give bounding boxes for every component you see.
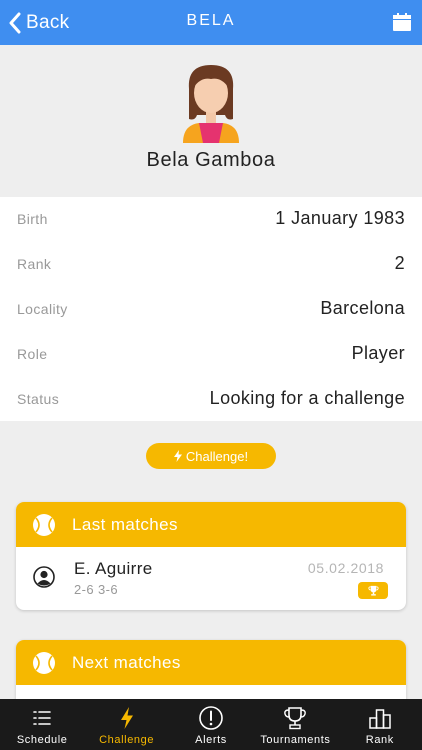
detail-value: 1 January 1983 (275, 208, 405, 228)
tab-label: Tournaments (260, 734, 331, 746)
calendar-icon[interactable] (392, 12, 412, 32)
podium-icon (369, 709, 391, 729)
alert-icon (199, 706, 223, 730)
detail-label: Rank (17, 256, 52, 272)
challenge-button[interactable]: Challenge! (146, 443, 276, 469)
bottom-tab-bar: Schedule Challenge Alerts Tournaments Ra… (0, 699, 422, 750)
page-title: BELA (186, 12, 236, 29)
profile-header: Bela Gamboa (0, 45, 422, 197)
detail-row-rank: Rank 2 (0, 242, 422, 287)
opponent-name: E. Aguirre (74, 559, 153, 578)
tab-challenge[interactable]: Challenge (84, 699, 168, 750)
tab-label: Schedule (16, 734, 68, 746)
detail-label: Status (17, 391, 60, 407)
tab-label: Rank (365, 734, 394, 746)
tennis-ball-icon (33, 651, 55, 674)
avatar (183, 65, 239, 143)
last-matches-header: Last matches (16, 502, 406, 547)
detail-value: 2 (394, 253, 405, 273)
next-matches-title: Next matches (72, 652, 181, 672)
lightning-icon (173, 450, 182, 462)
match-score: 2-6 3-6 (74, 582, 118, 597)
winner-badge (358, 582, 388, 599)
tab-alerts[interactable]: Alerts (169, 699, 253, 750)
detail-value: Barcelona (320, 298, 405, 318)
list-icon (33, 711, 52, 725)
profile-details: Birth 1 January 1983 Rank 2 Locality Bar… (0, 197, 422, 421)
detail-row-role: Role Player (0, 332, 422, 377)
top-navigation-bar: Back BELA (0, 0, 422, 45)
lightning-icon (120, 707, 133, 729)
detail-value: Looking for a challenge (209, 388, 405, 408)
detail-label: Locality (17, 301, 68, 317)
detail-row-birth: Birth 1 January 1983 (0, 197, 422, 242)
trophy-icon (367, 585, 379, 596)
last-matches-title: Last matches (72, 514, 178, 534)
tab-label: Alerts (195, 734, 227, 746)
tab-schedule[interactable]: Schedule (0, 699, 84, 750)
detail-row-locality: Locality Barcelona (0, 287, 422, 332)
tennis-ball-icon (33, 513, 55, 536)
next-matches-header: Next matches (16, 640, 406, 685)
last-matches-card: Last matches E. Aguirre 2-6 3-6 05.02.20… (16, 502, 406, 610)
match-item[interactable]: E. Aguirre 2-6 3-6 05.02.2018 (16, 547, 406, 610)
tab-rank[interactable]: Rank (338, 699, 422, 750)
detail-row-status: Status Looking for a challenge (0, 377, 422, 422)
trophy-icon (284, 707, 307, 730)
challenge-button-label: Challenge! (185, 448, 249, 464)
tab-label: Challenge (99, 734, 155, 746)
detail-label: Birth (17, 211, 48, 227)
user-icon (33, 566, 55, 588)
detail-value: Player (351, 343, 405, 363)
player-name: Bela Gamboa (146, 149, 276, 171)
detail-label: Role (17, 346, 48, 362)
tab-tournaments[interactable]: Tournaments (253, 699, 337, 750)
match-date: 05.02.2018 (307, 560, 384, 576)
